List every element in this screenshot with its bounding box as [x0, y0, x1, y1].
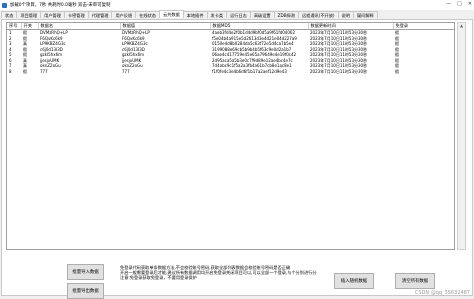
- table-body: 1 假 DVMzRhQ+LP DVMzRhQ+LP 4aeb3fd4e2f0b1d4d9…: [7, 30, 454, 75]
- tab-2[interactable]: 用户管理: [40, 11, 65, 18]
- cloud-data-panel: 序号 开关 数据名 数据值 数据MD5 数据更新时间 免登录 1 假 DVMzRhQ+LP DVM…: [1, 19, 473, 299]
- clear-all-button[interactable]: 清空所有数据: [395, 273, 435, 289]
- table-cell: 8: [9, 68, 12, 74]
- window-controls: — □ ✕: [446, 1, 472, 7]
- tab-11[interactable]: 高级设置: [249, 11, 275, 18]
- watermark: CSDN @qq_35632487: [414, 290, 470, 296]
- batch-import-button[interactable]: 批量导入数据: [67, 264, 104, 280]
- window-title: 加载0个项目，7秒 共耗时0.0毫秒 双击-未审可复制: [10, 3, 111, 8]
- tab-10[interactable]: 运行日志: [226, 11, 251, 18]
- tab-15[interactable]: 疑问解释: [352, 11, 378, 18]
- table-cell: 2023年7月10日11时53分30秒: [310, 68, 368, 74]
- table-cell: 假: [395, 68, 399, 74]
- scroll-up-icon[interactable]: ▲: [458, 23, 465, 28]
- tab-14[interactable]: 说明: [337, 11, 354, 18]
- tab-9[interactable]: 发卡类: [206, 11, 228, 18]
- table-cell: f1f0fe4c3e4b6d6f1b17a2aef12d9e43: [212, 68, 287, 74]
- window-titlebar: 加载0个项目，7秒 共耗时0.0毫秒 双击-未审可复制 — □ ✕: [0, 0, 474, 10]
- table-cell: 777: [122, 68, 130, 74]
- tab-13[interactable]: 远程通讯(不开放): [297, 11, 339, 18]
- table-cell: 777: [40, 68, 48, 74]
- tab-0[interactable]: 状态: [1, 11, 18, 18]
- notice-text: 免登录代码获取单条数据方法,不会校验账号密码,获取全部列表数据会校验账号密码是否…: [120, 265, 345, 280]
- tab-12[interactable]: ZDB探测: [273, 11, 299, 18]
- table-cell: 0150e4d8b0284da5c63f72e5d4ca7b5e4: [212, 41, 294, 46]
- table-cell: 假: [23, 68, 27, 74]
- app-icon: [2, 2, 7, 8]
- notice-line: 注意:免登录获取免登录，不要用登录保护: [120, 275, 197, 280]
- close-icon[interactable]: ✕: [468, 1, 472, 7]
- table-scrollbar[interactable]: ▲: [457, 22, 466, 250]
- tab-5[interactable]: 用户反馈: [111, 11, 137, 18]
- minimize-icon[interactable]: —: [446, 1, 451, 7]
- tab-4[interactable]: 代理管理: [87, 11, 113, 18]
- tab-3[interactable]: 卡密管理: [63, 11, 89, 18]
- main-tabbar: 状态 项目管理 用户管理 卡密管理 代理管理 用户反馈 在线状态 云共数据 本地插件 发卡类 运行日…: [1, 10, 473, 19]
- tab-8[interactable]: 本地插件: [182, 11, 208, 18]
- table-cell: 06ae4c417759e45e65a79649e4e19f0c42: [212, 52, 297, 57]
- tab-6[interactable]: 在线状态: [135, 11, 160, 18]
- tab-1[interactable]: 项目管理: [16, 11, 42, 18]
- table-cell: 4aeb3fd4e2f0b1d4d9bf0d5a9f61fd04062: [212, 30, 295, 35]
- tab-7[interactable]: 云共数据: [158, 10, 184, 18]
- table-row[interactable]: 8 假 777 777 f1f0fe4c3e4b6d6f1b17a2aef12d9e43…: [7, 68, 454, 75]
- maximize-icon[interactable]: □: [457, 1, 462, 7]
- cloud-data-table[interactable]: 序号 开关 数据名 数据值 数据MD5 数据更新时间 免登录 1 假 DVMzRhQ+LP DVM…: [6, 22, 455, 250]
